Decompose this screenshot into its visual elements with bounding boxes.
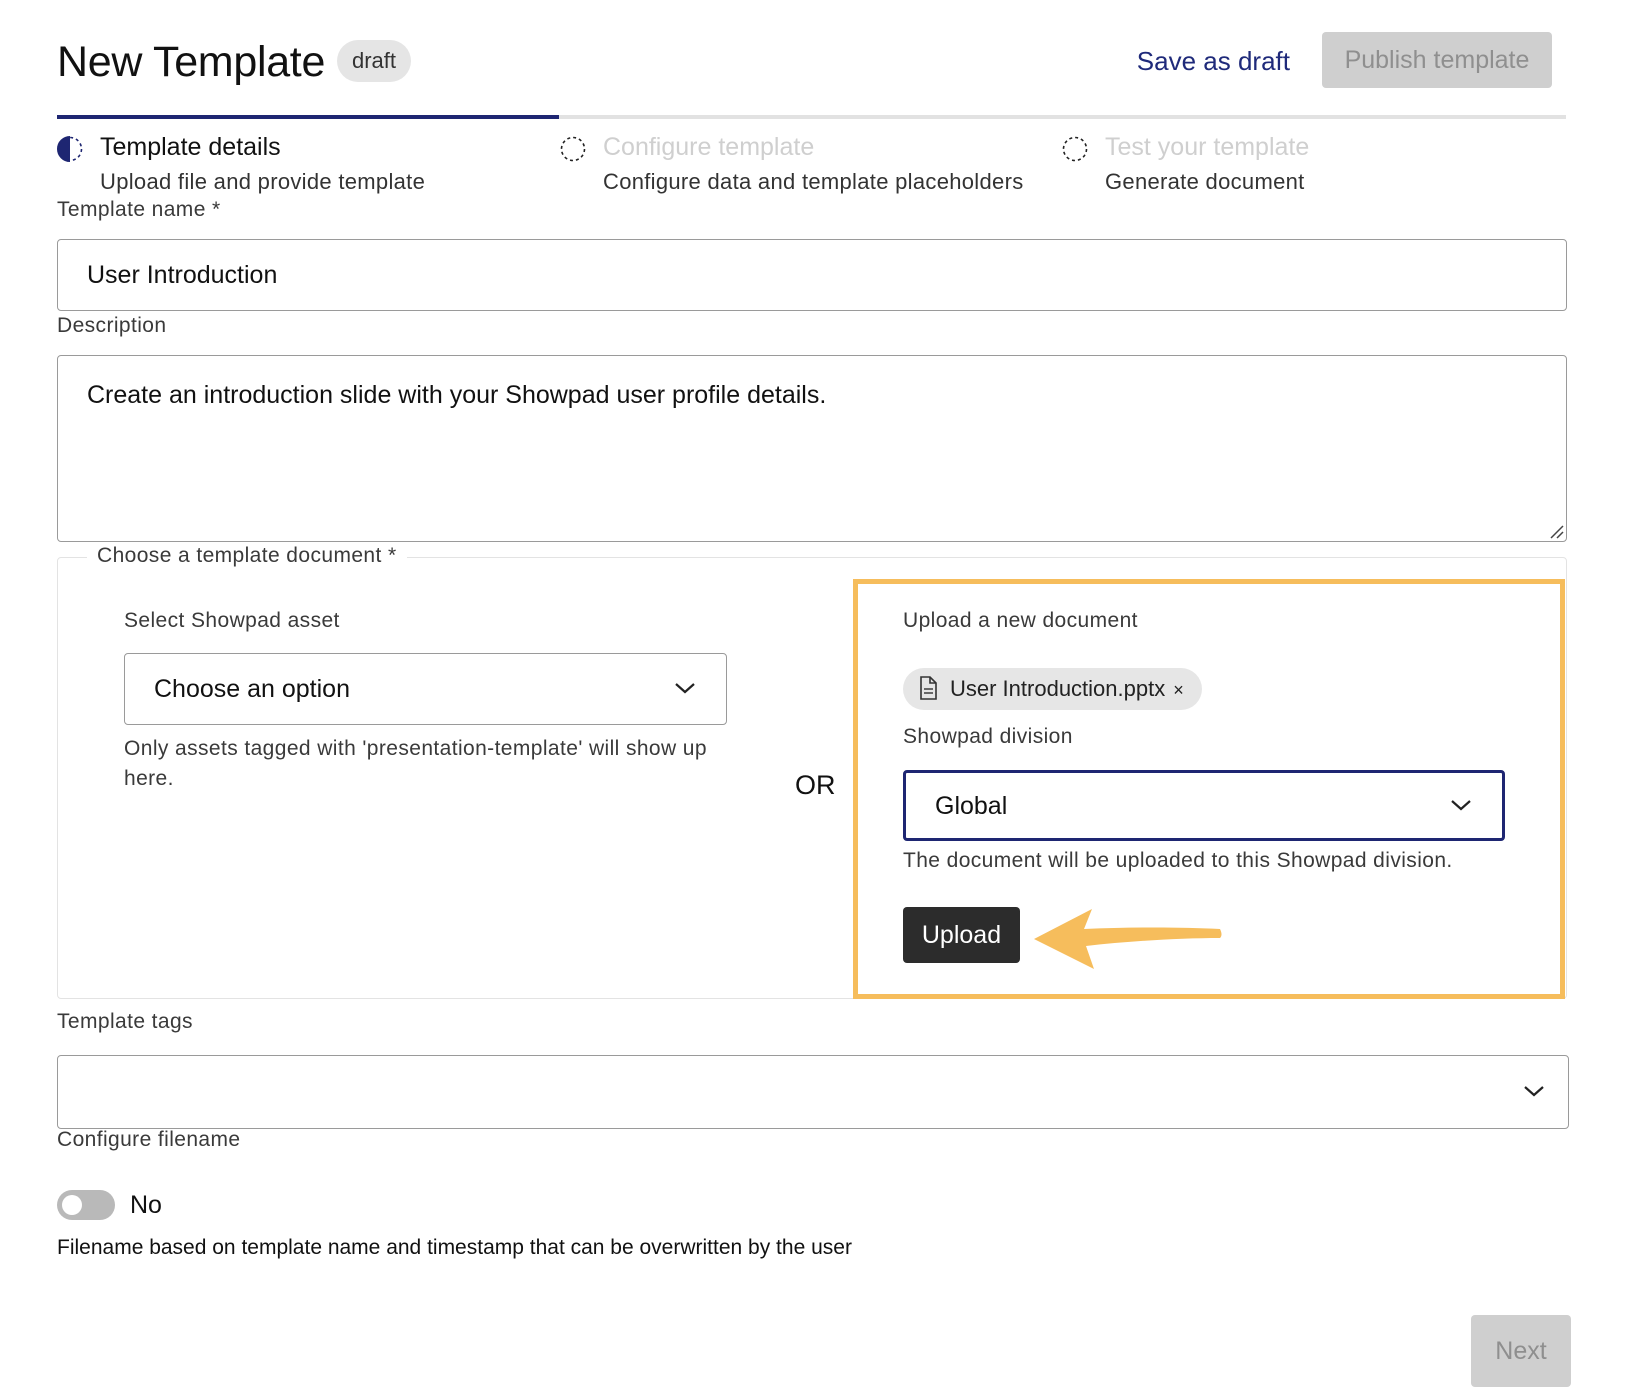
asset-hint: Only assets tagged with 'presentation-te…	[124, 737, 707, 790]
remove-file-icon[interactable]: ×	[1173, 680, 1184, 700]
select-asset-label: Select Showpad asset	[124, 609, 340, 632]
template-tags-select[interactable]	[57, 1055, 1569, 1129]
chevron-down-icon	[675, 683, 695, 694]
publish-template-button[interactable]: Publish template	[1322, 32, 1552, 88]
template-name-input[interactable]: User Introduction	[57, 239, 1567, 311]
uploaded-file-chip[interactable]: User Introduction.pptx ×	[903, 668, 1202, 710]
document-icon	[920, 676, 937, 700]
next-button[interactable]: Next	[1471, 1315, 1571, 1387]
stepper-progress-fill	[57, 115, 560, 119]
step-title: Configure template	[603, 133, 815, 161]
description-label: Description	[57, 314, 167, 337]
description-textarea[interactable]: Create an introduction slide with your S…	[57, 355, 1567, 542]
template-tags-label: Template tags	[57, 1010, 193, 1033]
toggle-knob	[62, 1195, 82, 1215]
dashed-circle-icon	[1062, 136, 1088, 162]
chevron-down-icon	[1524, 1086, 1544, 1097]
filename-toggle-label: No	[130, 1191, 162, 1219]
step-title: Test your template	[1105, 133, 1310, 161]
filename-toggle[interactable]	[57, 1190, 115, 1220]
configure-filename-label: Configure filename	[57, 1128, 241, 1151]
page-title: New Template	[57, 38, 326, 86]
division-select-value: Global	[935, 792, 1008, 820]
division-hint: The document will be uploaded to this Sh…	[903, 849, 1453, 872]
save-as-draft-link[interactable]: Save as draft	[1137, 46, 1290, 77]
stepper-progress-track	[57, 115, 1566, 119]
file-chip-name: User Introduction.pptx	[950, 676, 1166, 701]
chevron-down-icon	[1451, 799, 1471, 810]
showpad-division-select[interactable]: Global	[903, 770, 1505, 841]
asset-select-value: Choose an option	[154, 675, 350, 703]
or-divider: OR	[795, 770, 836, 800]
step-subtitle: Configure data and template placeholders	[603, 169, 1024, 194]
filename-hint: Filename based on template name and time…	[57, 1236, 852, 1259]
status-badge: draft	[337, 40, 412, 82]
upload-button[interactable]: Upload	[903, 907, 1020, 963]
half-filled-circle-icon	[57, 136, 83, 162]
upload-new-document-label: Upload a new document	[903, 609, 1138, 632]
page-header: New Template draft Save as draft Publish…	[57, 32, 1552, 92]
showpad-division-label: Showpad division	[903, 725, 1073, 748]
description-text: Create an introduction slide with your S…	[87, 381, 827, 409]
resize-handle-icon[interactable]	[1548, 523, 1564, 539]
template-name-label: Template name *	[57, 198, 221, 221]
template-document-legend: Choose a template document *	[87, 544, 407, 568]
dashed-circle-icon	[560, 136, 586, 162]
arrow-icon	[1034, 909, 1222, 969]
step-title: Template details	[100, 133, 281, 161]
step-subtitle: Upload file and provide template	[100, 169, 426, 194]
showpad-asset-select[interactable]: Choose an option	[124, 653, 727, 725]
step-subtitle: Generate document	[1105, 169, 1305, 194]
